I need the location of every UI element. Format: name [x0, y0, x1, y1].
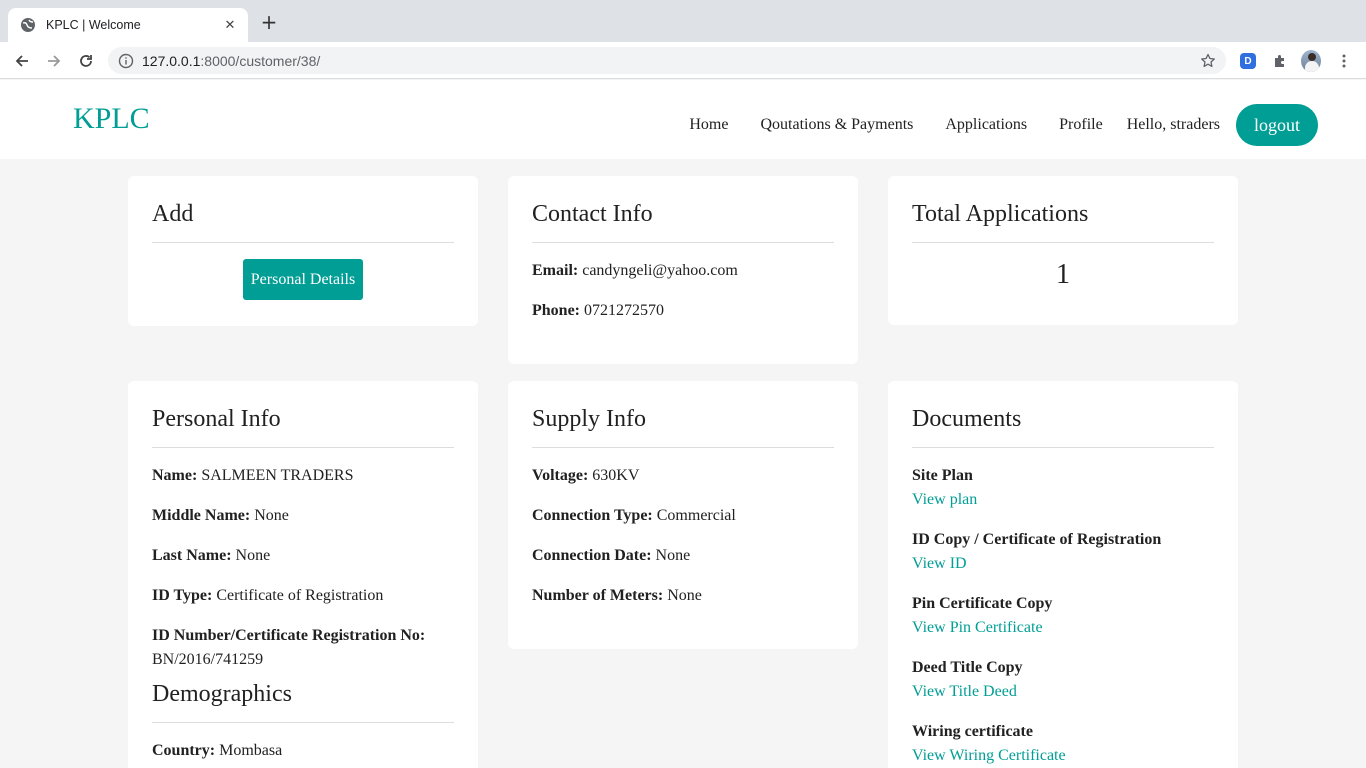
site-plan-title: Site Plan	[912, 467, 973, 484]
browser-tab-strip: KPLC | Welcome ✕ +	[0, 0, 1366, 42]
voltage-label: Voltage:	[532, 467, 589, 484]
address-bar[interactable]: 127.0.0.1:8000/customer/38/	[108, 47, 1226, 74]
email-row: Email: candyngeli@yahoo.com	[532, 259, 834, 283]
nav-quotations-payments[interactable]: Qoutations & Payments	[760, 116, 913, 134]
info-icon[interactable]	[118, 53, 134, 69]
connection-date-row: Connection Date: None	[532, 544, 834, 568]
meters-value: None	[667, 587, 702, 604]
add-card-title: Add	[152, 200, 454, 243]
logout-button[interactable]: logout	[1236, 104, 1318, 146]
connection-type-label: Connection Type:	[532, 507, 653, 524]
middle-name-row: Middle Name: None	[152, 504, 454, 528]
country-value: Mombasa	[219, 742, 283, 759]
extension-d-label: D	[1240, 53, 1256, 69]
id-type-value: Certificate of Registration	[216, 587, 384, 604]
phone-label: Phone:	[532, 302, 580, 319]
total-applications-card: Total Applications 1	[888, 176, 1238, 325]
documents-card-title: Documents	[912, 405, 1214, 448]
contact-info-card: Contact Info Email: candyngeli@yahoo.com…	[508, 176, 858, 364]
deed-title-copy-title: Deed Title Copy	[912, 659, 1023, 676]
more-menu-icon[interactable]	[1334, 51, 1354, 71]
voltage-row: Voltage: 630KV	[532, 464, 834, 488]
nav-home[interactable]: Home	[689, 116, 728, 134]
close-tab-icon[interactable]: ✕	[222, 18, 238, 33]
browser-toolbar: 127.0.0.1:8000/customer/38/ D	[0, 42, 1366, 79]
globe-icon	[20, 17, 36, 33]
documents-card: Documents Site Plan View plan ID Copy / …	[888, 381, 1238, 768]
demographics-title: Demographics	[152, 680, 454, 723]
connection-type-value: Commercial	[656, 507, 736, 524]
meters-label: Number of Meters:	[532, 587, 664, 604]
add-card: Add Personal Details	[128, 176, 478, 326]
country-label: Country:	[152, 742, 216, 759]
supply-info-card: Supply Info Voltage: 630KV Connection Ty…	[508, 381, 858, 649]
bookmark-star-icon[interactable]	[1198, 51, 1218, 71]
extension-d-icon[interactable]: D	[1238, 51, 1258, 71]
back-arrow-icon[interactable]	[10, 49, 34, 73]
name-label: Name:	[152, 467, 198, 484]
personal-info-card: Personal Info Name: SALMEEN TRADERS Midd…	[128, 381, 478, 768]
pin-certificate-title: Pin Certificate Copy	[912, 595, 1053, 612]
view-title-deed-link[interactable]: View Title Deed	[912, 680, 1214, 704]
connection-date-label: Connection Date:	[532, 547, 652, 564]
view-id-link[interactable]: View ID	[912, 552, 1214, 576]
avatar	[1301, 50, 1321, 72]
name-row: Name: SALMEEN TRADERS	[152, 464, 454, 488]
site-header: KPLC Home Qoutations & Payments Applicat…	[0, 80, 1366, 159]
browser-tab[interactable]: KPLC | Welcome ✕	[8, 8, 248, 42]
middle-name-value: None	[254, 507, 289, 524]
id-type-row: ID Type: Certificate of Registration	[152, 584, 454, 608]
meters-row: Number of Meters: None	[532, 584, 834, 608]
contact-card-title: Contact Info	[532, 200, 834, 243]
brand-logo[interactable]: KPLC	[73, 102, 150, 136]
name-value: SALMEEN TRADERS	[201, 467, 354, 484]
connection-date-value: None	[655, 547, 691, 564]
nav-applications[interactable]: Applications	[945, 116, 1027, 134]
country-row: Country: Mombasa	[152, 739, 454, 763]
view-pin-certificate-link[interactable]: View Pin Certificate	[912, 616, 1214, 640]
phone-row: Phone: 0721272570	[532, 299, 834, 323]
tab-title: KPLC | Welcome	[46, 18, 141, 32]
user-greeting: Hello, straders	[1126, 116, 1220, 133]
url-host: 127.0.0.1	[142, 52, 201, 69]
personal-card-title: Personal Info	[152, 405, 454, 448]
wiring-certificate-title: Wiring certificate	[912, 723, 1033, 740]
id-number-row: ID Number/Certificate Registration No: B…	[152, 624, 454, 672]
voltage-value: 630KV	[592, 467, 640, 484]
view-wiring-certificate-link[interactable]: View Wiring Certificate	[912, 744, 1214, 768]
reload-icon[interactable]	[74, 49, 98, 73]
id-type-label: ID Type:	[152, 587, 213, 604]
middle-name-label: Middle Name:	[152, 507, 251, 524]
id-copy-title: ID Copy / Certificate of Registration	[912, 531, 1162, 548]
email-value: candyngeli@yahoo.com	[582, 262, 738, 279]
url-text: 127.0.0.1:8000/customer/38/	[142, 53, 1198, 69]
main-nav: Home Qoutations & Payments Applications …	[657, 104, 1318, 146]
supply-card-title: Supply Info	[532, 405, 834, 448]
forward-arrow-icon[interactable]	[42, 49, 66, 73]
id-number-label: ID Number/Certificate Registration No:	[152, 627, 426, 644]
connection-type-row: Connection Type: Commercial	[532, 504, 834, 528]
email-label: Email:	[532, 262, 579, 279]
applications-count: 1	[1056, 259, 1070, 290]
last-name-value: None	[235, 547, 271, 564]
profile-avatar[interactable]	[1301, 50, 1321, 72]
phone-value: 0721272570	[584, 302, 664, 319]
last-name-label: Last Name:	[152, 547, 232, 564]
last-name-row: Last Name: None	[152, 544, 454, 568]
id-number-value: BN/2016/741259	[152, 651, 264, 668]
extensions-puzzle-icon[interactable]	[1270, 51, 1290, 71]
view-plan-link[interactable]: View plan	[912, 488, 1214, 512]
total-card-title: Total Applications	[912, 200, 1214, 243]
nav-profile[interactable]: Profile	[1059, 116, 1103, 134]
personal-details-button[interactable]: Personal Details	[242, 259, 364, 300]
url-path: :8000/customer/38/	[200, 52, 321, 69]
new-tab-icon[interactable]: +	[258, 11, 280, 33]
